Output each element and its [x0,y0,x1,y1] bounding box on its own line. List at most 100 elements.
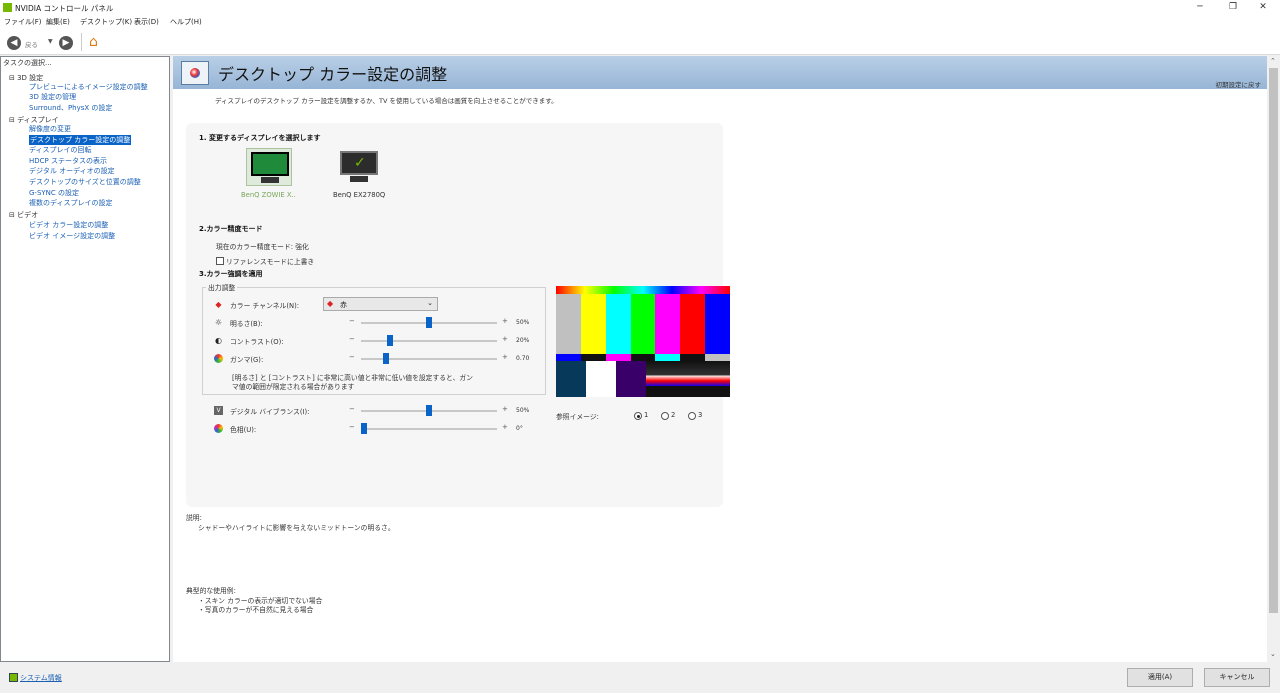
range-warning-line2: マ値の範囲が限定される場合があります [232,383,355,391]
toolbar: ◀ 戻る ▼ ▶ ⌂ [0,28,1280,55]
digital-vibrance-icon: V [214,406,223,415]
brightness-plus[interactable]: + [502,317,508,325]
tree-item-gsync[interactable]: G-SYNC の設定 [29,188,79,198]
hue-value: 0° [516,425,523,432]
vibrance-slider-thumb[interactable] [426,405,432,416]
reference-mode-label[interactable]: リファレンスモードに上書き [226,256,314,266]
apply-button[interactable]: 適用(A) [1127,668,1193,687]
gamma-value: 0.70 [516,355,530,362]
tree-item-desktop-size[interactable]: デスクトップのサイズと位置の調整 [29,177,141,187]
hue-label: 色相(U): [230,426,257,434]
color-channel-dropdown[interactable]: ◆ 赤 ⌄ [323,297,438,311]
digital-vibrance-slider[interactable] [361,405,497,416]
tree-item-desktop-color[interactable]: デスクトップ カラー設定の調整 [29,135,132,145]
tree-item-surround-physx[interactable]: Surround、PhysX の設定 [29,103,112,113]
main-scrollbar[interactable]: ⌃ ⌄ [1267,56,1280,662]
tree-item-preview-image[interactable]: プレビューによるイメージ設定の調整 [29,82,148,92]
vibrance-minus[interactable]: − [349,405,355,413]
task-tree-header: タスクの選択... [3,59,52,67]
system-info-link[interactable]: システム情報 [20,673,62,683]
contrast-plus[interactable]: + [502,335,508,343]
reference-radio-2[interactable] [661,412,669,420]
gamma-plus[interactable]: + [502,353,508,361]
tree-label: ビデオ [17,211,39,219]
reference-option-1[interactable]: 1 [644,411,648,419]
tree-item-hdcp[interactable]: HDCP ステータスの表示 [29,156,107,166]
back-icon[interactable]: ◀ [7,36,21,50]
menu-desktop[interactable]: デスクトップ(K) [80,17,132,27]
page-title: デスクトップ カラー設定の調整 [218,65,448,84]
tree-item-rotate[interactable]: ディスプレイの回転 [29,145,92,155]
reference-option-3[interactable]: 3 [698,411,702,419]
restore-defaults-link[interactable]: 初期設定に戻す [1216,79,1262,89]
window-title: NVIDIA コントロール パネル [15,4,114,13]
back-dropdown-icon[interactable]: ▼ [48,38,53,45]
brightness-slider-thumb[interactable] [426,317,432,328]
forward-icon[interactable]: ▶ [59,36,73,50]
usage-heading: 典型的な使用例: [186,587,236,595]
brightness-minus[interactable]: − [349,317,355,325]
display-name-1[interactable]: BenQ ZOWIE X.. [241,191,296,199]
color-channel-label: カラー チャンネル(N): [230,302,300,310]
hue-minus[interactable]: − [349,423,355,431]
hue-icon [214,424,223,433]
reference-image-label: 参照イメージ: [556,413,599,421]
scroll-up-icon[interactable]: ⌃ [1270,57,1276,65]
contrast-slider-thumb[interactable] [387,335,393,346]
system-info-icon[interactable] [9,673,18,682]
close-button[interactable]: ✕ [1249,0,1277,15]
brightness-slider[interactable] [361,317,497,328]
gamma-minus[interactable]: − [349,353,355,361]
hue-plus[interactable]: + [502,423,508,431]
gamma-slider-thumb[interactable] [383,353,389,364]
step1-title: 1. 変更するディスプレイを選択します [199,134,321,142]
tree-item-video-color[interactable]: ビデオ カラー設定の調整 [29,220,108,230]
scroll-down-icon[interactable]: ⌄ [1270,650,1276,658]
brightness-value: 50% [516,319,530,326]
contrast-slider[interactable] [361,335,497,346]
scrollbar-thumb[interactable] [1269,68,1278,613]
monitor-icon: ✓ [340,151,378,175]
vibrance-plus[interactable]: + [502,405,508,413]
minimize-button[interactable]: ─ [1186,0,1214,15]
brightness-label: 明るさ(B): [230,320,263,328]
contrast-minus[interactable]: − [349,335,355,343]
tree-item-resolution[interactable]: 解像度の変更 [29,124,71,134]
contrast-label: コントラスト(O): [230,338,284,346]
hue-slider-thumb[interactable] [361,423,367,434]
status-bar: システム情報 適用(A) キャンセル [0,662,1280,693]
monitor-icon [251,152,289,176]
tree-label: ディスプレイ [17,116,59,124]
display-thumbnail-2[interactable]: ✓ [336,148,382,186]
reference-radio-1[interactable] [634,412,642,420]
menu-file[interactable]: ファイル(F) [4,17,42,27]
reference-option-2[interactable]: 2 [671,411,675,419]
chevron-down-icon: ⌄ [427,299,433,307]
display-name-2[interactable]: BenQ EX2780Q [333,191,385,199]
menu-edit[interactable]: 編集(E) [46,17,70,27]
reference-test-image [556,286,731,397]
tree-item-video-image[interactable]: ビデオ イメージ設定の調整 [29,231,115,241]
brightness-icon: ☼ [214,318,223,327]
usage-item-2: ・写真のカラーが不自然に見える場合 [198,606,314,614]
monitor-stand [261,177,279,183]
back-label[interactable]: 戻る [25,39,38,49]
nvidia-app-icon [3,3,12,12]
gamma-slider[interactable] [361,353,497,364]
gamma-icon [214,354,223,363]
desktop-color-icon [181,61,209,85]
menu-view[interactable]: 表示(D) [134,17,159,27]
restore-button[interactable]: ❐ [1219,0,1247,15]
display-thumbnail-1[interactable] [246,148,292,186]
home-icon[interactable]: ⌂ [89,34,98,50]
tree-item-digital-audio[interactable]: デジタル オーディオの設定 [29,166,115,176]
hue-slider[interactable] [361,423,497,434]
tree-item-manage-3d[interactable]: 3D 設定の管理 [29,92,76,102]
tree-item-multi-display[interactable]: 複数のディスプレイの設定 [29,198,113,208]
reference-radio-3[interactable] [688,412,696,420]
reference-mode-checkbox[interactable] [216,257,224,265]
tree-category-video[interactable]: ⊟ ビデオ [9,210,38,220]
cancel-button[interactable]: キャンセル [1204,668,1270,687]
color-channel-value: 赤 [340,301,347,309]
menu-help[interactable]: ヘルプ(H) [170,17,202,27]
